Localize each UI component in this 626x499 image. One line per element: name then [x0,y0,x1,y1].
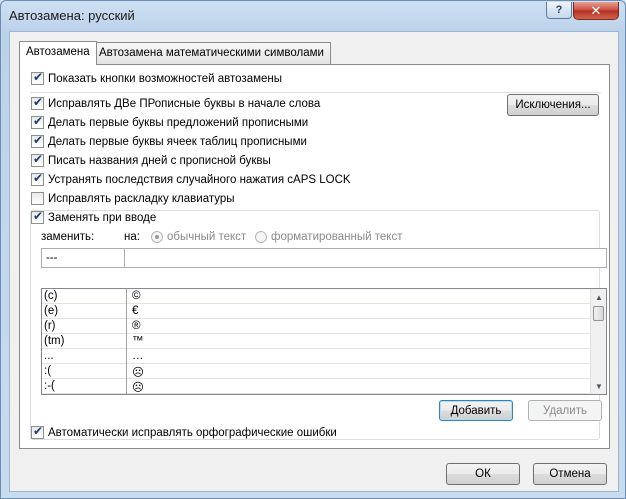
checkbox-mark[interactable] [31,95,44,110]
checkbox-label: Писать названия дней с прописной буквы [48,154,271,167]
caps-lock-checkbox[interactable]: Устранять последствия случайного нажатия… [31,171,351,186]
ok-button[interactable]: ОК [446,463,520,485]
list-item[interactable]: (tm) ™ [42,334,591,349]
list-scrollbar[interactable]: ▲ ▼ [590,289,606,394]
checkbox-label: Показать кнопки возможностей автозамены [48,72,283,85]
entry-to: ® [132,320,141,332]
autocorrect-dialog: Автозамена: русский ? ✕ Автозамена Автоз… [0,0,626,499]
close-button[interactable]: ✕ [573,2,619,20]
auto-spell-checkbox[interactable]: Автоматически исправлять орфографические… [31,424,340,439]
entry-to: © [132,290,141,302]
checkbox-mark[interactable] [31,424,44,439]
entry-to: ™ [132,335,144,347]
entry-to: € [132,305,139,317]
entry-to: … [132,350,144,362]
formatted-text-radio: форматированный текст [255,231,402,243]
dialog-client-area: Автозамена Автозамена математическими си… [9,31,619,492]
show-buttons-checkbox[interactable]: Показать кнопки возможностей автозамены [31,70,283,85]
tab-autocorrect[interactable]: Автозамена [19,41,97,65]
list-item[interactable]: (r) ® [42,319,591,334]
replace-as-type-checkbox[interactable]: Заменять при вводе [31,209,160,224]
list-item[interactable]: :-( ☹ [42,379,591,394]
first-cell-checkbox[interactable]: Делать первые буквы ячеек таблиц прописн… [31,133,307,148]
replacement-list[interactable]: (c) © (e) € (r) ® (tm) ™ ... …:(☹:-(… [41,288,607,395]
scroll-up-icon[interactable]: ▲ [591,289,606,305]
checkbox-mark[interactable] [31,70,44,85]
help-button[interactable]: ? [546,2,572,19]
checkbox-label: Исправлять раскладку клавиатуры [48,192,235,205]
entry-from: :( [44,365,52,377]
entry-from: (c) [44,290,58,302]
checkbox-mark[interactable] [31,152,44,167]
list-item[interactable]: (e) € [42,304,591,319]
plain-text-radio: обычный текст [151,231,246,243]
checkbox-mark[interactable] [31,209,44,224]
replace-label: заменить: [41,231,95,243]
radio-dot [151,231,163,243]
radio-dot [255,231,267,243]
checkbox-mark[interactable] [31,192,44,205]
radio-label: форматированный текст [271,231,403,243]
with-input[interactable] [124,248,607,268]
checkbox-label: Устранять последствия случайного нажатия… [48,173,351,186]
checkbox-mark[interactable] [31,114,44,129]
first-sentence-checkbox[interactable]: Делать первые буквы предложений прописны… [31,114,309,129]
delete-button[interactable]: Удалить [528,400,602,421]
replace-input[interactable]: --- [41,248,125,268]
checkbox-label: Исправлять ДВе ПРописные буквы в начале … [48,97,321,110]
separator [30,92,601,93]
day-names-checkbox[interactable]: Писать названия дней с прописной буквы [31,152,271,167]
tab-math-autocorrect[interactable]: Автозамена математическими символами [92,42,331,64]
two-caps-checkbox[interactable]: Исправлять ДВе ПРописные буквы в начале … [31,95,321,110]
tab-panel: Показать кнопки возможностей автозамены … [19,64,610,449]
entry-from: (tm) [44,335,65,347]
window-title: Автозамена: русский [9,8,135,23]
checkbox-label: Делать первые буквы ячеек таблиц прописн… [48,135,307,148]
add-button[interactable]: Добавить [439,400,513,421]
entry-from: ... [44,350,54,362]
entry-to: ☹ [132,367,144,379]
with-label: на: [124,231,140,243]
list-item[interactable]: :( ☹ [42,364,591,379]
entry-from: (e) [44,305,59,317]
checkbox-label: Автоматически исправлять орфографические… [48,426,337,439]
scroll-down-icon[interactable]: ▼ [591,378,606,394]
scroll-thumb[interactable] [593,306,604,321]
radio-label: обычный текст [167,231,247,243]
list-item[interactable]: ... … [42,349,591,364]
checkbox-label: Заменять при вводе [48,211,157,224]
keyboard-layout-checkbox[interactable]: Исправлять раскладку клавиатуры [31,192,235,205]
entry-from: :-( [44,380,55,392]
checkbox-mark[interactable] [31,133,44,148]
column-divider [126,289,127,394]
checkbox-mark[interactable] [31,171,44,186]
exceptions-button[interactable]: Исключения... [507,94,599,116]
entry-to: ☹ [132,382,144,394]
cancel-button[interactable]: Отмена [533,463,607,485]
list-item[interactable]: (c) © [42,289,591,304]
checkbox-label: Делать первые буквы предложений прописны… [48,116,309,129]
entry-from: (r) [44,320,56,332]
